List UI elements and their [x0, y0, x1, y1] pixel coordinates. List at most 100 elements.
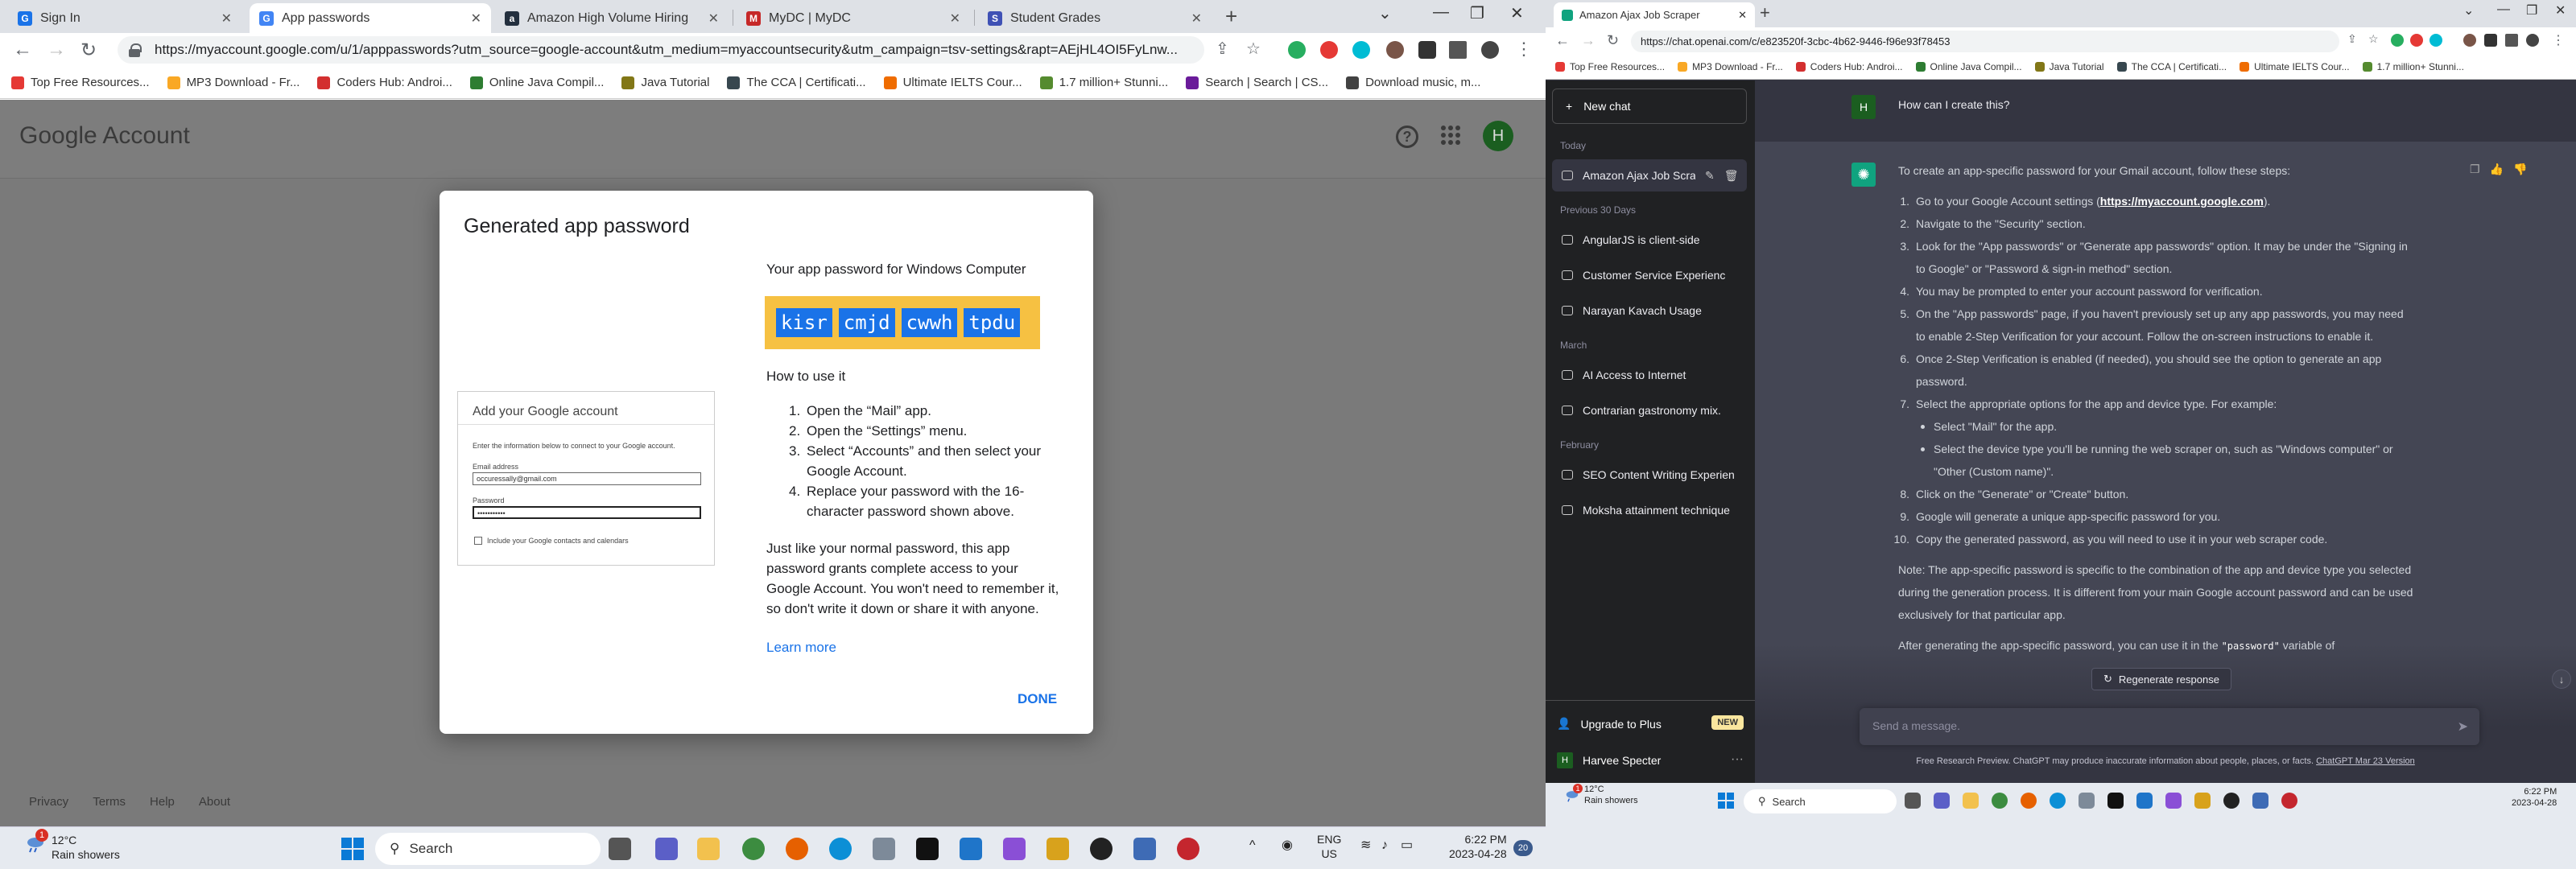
- bookmark-star-icon[interactable]: ☆: [1246, 39, 1261, 59]
- extension-icon[interactable]: [2410, 34, 2423, 47]
- footer-about-link[interactable]: About: [199, 795, 230, 809]
- file-explorer-icon[interactable]: [697, 838, 720, 860]
- url-bar[interactable]: https://chat.openai.com/c/e823520f-3cbc-…: [1631, 31, 2339, 52]
- media-player-icon[interactable]: [1090, 838, 1113, 860]
- netflix-icon[interactable]: [916, 838, 939, 860]
- bookmark-item[interactable]: Top Free Resources...: [1555, 61, 1665, 72]
- windows-start-icon[interactable]: [1718, 793, 1734, 809]
- chat-item[interactable]: Moksha attainment technique: [1552, 494, 1747, 526]
- minimize-button[interactable]: —: [2497, 2, 2510, 17]
- bookmark-item[interactable]: Java Tutorial: [621, 76, 709, 89]
- bookmark-item[interactable]: The CCA | Certificati...: [727, 76, 866, 89]
- tab-amazon-hiring[interactable]: a Amazon High Volume Hiring ✕: [495, 3, 729, 33]
- record-icon[interactable]: [1177, 838, 1199, 860]
- tab-sign-in[interactable]: G Sign In ✕: [8, 3, 242, 33]
- back-arrow-icon[interactable]: ←: [1555, 32, 1570, 49]
- edit-icon[interactable]: ✎: [1705, 169, 1715, 183]
- visual-studio-icon[interactable]: [1003, 838, 1026, 860]
- thumbs-down-icon[interactable]: 👎: [2513, 163, 2527, 176]
- firefox-icon[interactable]: [2021, 793, 2037, 809]
- bookmark-item[interactable]: MP3 Download - Fr...: [167, 76, 299, 89]
- new-chat-button[interactable]: + New chat: [1552, 89, 1747, 124]
- edge-icon[interactable]: [829, 838, 852, 860]
- task-view-icon[interactable]: [609, 838, 631, 860]
- scroll-down-icon[interactable]: ↓: [2552, 669, 2571, 689]
- chat-item[interactable]: AI Access to Internet: [1552, 359, 1747, 391]
- chat-item[interactable]: SEO Content Writing Experien: [1552, 459, 1747, 491]
- bookmark-item[interactable]: The CCA | Certificati...: [2116, 61, 2227, 72]
- close-icon[interactable]: ✕: [708, 10, 719, 27]
- tab-app-passwords[interactable]: G App passwords ✕: [250, 3, 491, 33]
- wifi-icon[interactable]: ≋: [1360, 838, 1371, 853]
- taskbar-search[interactable]: ⚲ Search: [1744, 789, 1897, 813]
- generated-password[interactable]: kisr cmjd cwwh tpdu: [765, 296, 1040, 349]
- chrome-icon[interactable]: [1992, 793, 2008, 809]
- extension-icon[interactable]: [1320, 41, 1338, 59]
- footer-privacy-link[interactable]: Privacy: [29, 795, 68, 809]
- bookmark-item[interactable]: Coders Hub: Androi...: [1795, 61, 1903, 72]
- maximize-button[interactable]: ❐: [1470, 3, 1484, 23]
- send-icon[interactable]: ➤: [2458, 719, 2468, 735]
- windows-start-icon[interactable]: [341, 838, 364, 860]
- netflix-icon[interactable]: [2107, 793, 2124, 809]
- close-icon[interactable]: ✕: [950, 10, 960, 27]
- message-input[interactable]: Send a message. ➤: [1860, 708, 2479, 745]
- app-icon[interactable]: [2252, 793, 2268, 809]
- bookmark-item[interactable]: Download music, m...: [1346, 76, 1480, 89]
- google-account-logo[interactable]: Google Account: [19, 122, 190, 150]
- profile-icon[interactable]: [1481, 41, 1499, 59]
- task-view-icon[interactable]: [1905, 793, 1921, 809]
- version-link[interactable]: ChatGPT Mar 23 Version: [2316, 756, 2415, 766]
- tray-app-icon[interactable]: ◉: [1282, 838, 1293, 853]
- chat-item[interactable]: Narayan Kavach Usage: [1552, 294, 1747, 327]
- apps-grid-icon[interactable]: [1441, 126, 1460, 145]
- battery-icon[interactable]: ▭: [1401, 838, 1413, 853]
- taskbar-search[interactable]: ⚲ Search: [375, 833, 601, 865]
- menu-icon[interactable]: ⋮: [2552, 32, 2565, 48]
- app-icon[interactable]: [1133, 838, 1156, 860]
- extension-icon[interactable]: [2463, 34, 2476, 47]
- bookmark-item[interactable]: Java Tutorial: [2034, 61, 2104, 72]
- sublime-icon[interactable]: [2194, 793, 2211, 809]
- bookmark-item[interactable]: Search | Search | CS...: [1186, 76, 1328, 89]
- bookmark-star-icon[interactable]: ☆: [2368, 32, 2379, 46]
- vscode-icon[interactable]: [2136, 793, 2153, 809]
- regenerate-response-button[interactable]: ↻ Regenerate response: [2091, 668, 2231, 690]
- language-indicator[interactable]: ENG US: [1317, 832, 1341, 861]
- trash-icon[interactable]: 🗑: [1724, 169, 1739, 183]
- extension-icon[interactable]: [1288, 41, 1306, 59]
- done-button[interactable]: DONE: [1011, 688, 1063, 710]
- share-icon[interactable]: ⇪: [2347, 32, 2357, 46]
- bookmark-item[interactable]: Top Free Resources...: [11, 76, 150, 89]
- tray-chevron-icon[interactable]: ^: [1249, 838, 1256, 853]
- help-icon[interactable]: ?: [1396, 126, 1418, 148]
- more-icon[interactable]: ···: [1731, 752, 1744, 767]
- media-player-icon[interactable]: [2223, 793, 2240, 809]
- profile-icon[interactable]: [2526, 34, 2539, 47]
- bookmark-item[interactable]: Online Java Compil...: [469, 76, 604, 89]
- footer-help-link[interactable]: Help: [150, 795, 175, 809]
- footer-terms-link[interactable]: Terms: [93, 795, 126, 809]
- close-window-button[interactable]: ✕: [1510, 3, 1524, 23]
- bookmark-item[interactable]: Coders Hub: Androi...: [317, 76, 452, 89]
- chat-item[interactable]: Customer Service Experienc: [1552, 259, 1747, 291]
- new-tab-button[interactable]: +: [1225, 4, 1237, 29]
- minimize-button[interactable]: —: [1433, 3, 1449, 22]
- google-account-link[interactable]: https://myaccount.google.com: [2100, 195, 2264, 208]
- firefox-icon[interactable]: [786, 838, 808, 860]
- bookmark-item[interactable]: Ultimate IELTS Cour...: [2240, 61, 2350, 72]
- menu-icon[interactable]: ⋮: [1515, 39, 1533, 60]
- extension-icon[interactable]: [1386, 41, 1404, 59]
- close-icon[interactable]: ✕: [1738, 9, 1747, 22]
- calculator-icon[interactable]: [2079, 793, 2095, 809]
- user-menu[interactable]: H Harvee Specter ···: [1557, 752, 1744, 768]
- tab-student-grades[interactable]: S Student Grades ✕: [978, 3, 1212, 33]
- back-arrow-icon[interactable]: ←: [13, 39, 32, 61]
- teams-icon[interactable]: [655, 838, 678, 860]
- bookmark-item[interactable]: 1.7 million+ Stunni...: [2362, 61, 2464, 72]
- close-icon[interactable]: ✕: [1191, 10, 1202, 27]
- new-tab-button[interactable]: +: [1760, 2, 1770, 23]
- tab-mydc[interactable]: M MyDC | MyDC ✕: [737, 3, 970, 33]
- maximize-button[interactable]: ❐: [2526, 2, 2537, 19]
- clock[interactable]: 6:22 PM 2023-04-28: [1449, 832, 1507, 861]
